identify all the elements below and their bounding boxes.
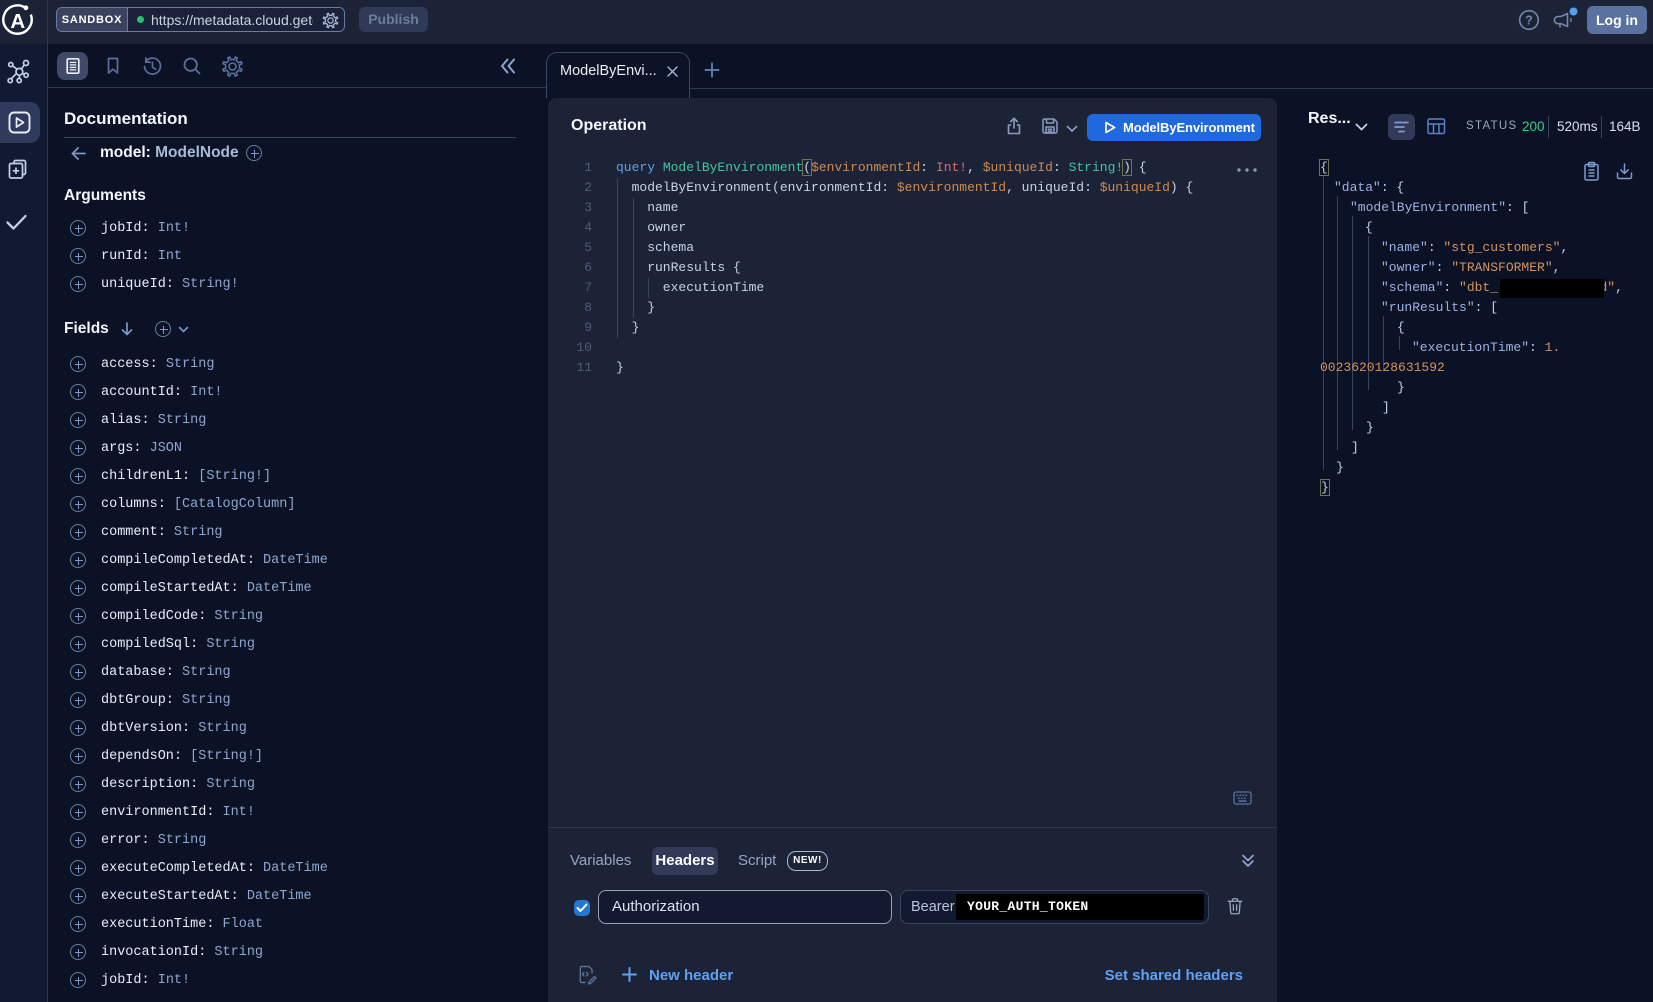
svg-text:?: ? xyxy=(1525,14,1533,28)
svg-text:A: A xyxy=(10,10,25,33)
